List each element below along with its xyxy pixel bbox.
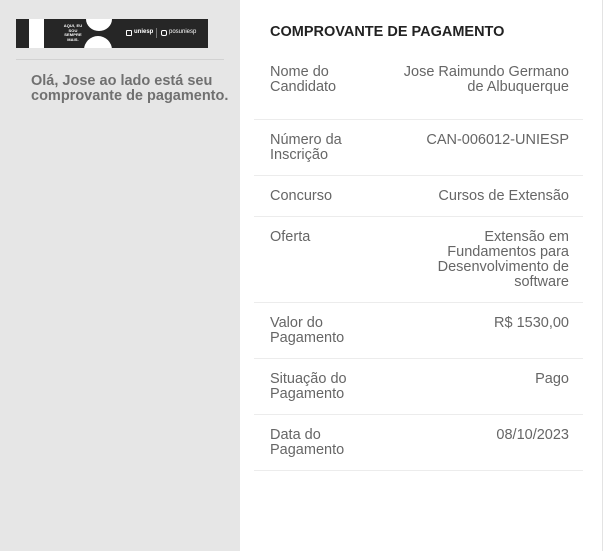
row-label: Concurso: [270, 188, 333, 204]
instagram-icon: [161, 30, 167, 36]
uniesp-logo-icon: [126, 30, 132, 36]
row-label: Situação do Pagamento: [270, 371, 347, 402]
banner-graphic-circle: [86, 19, 112, 31]
greeting-text: Olá, Jose ao lado está seu comprovante d…: [31, 73, 229, 104]
banner-social-handle: posuniesp: [169, 29, 197, 35]
row-contest: Concurso Cursos de Extensão: [254, 176, 583, 217]
banner-tagline: AQUI, EU SOU SEMPRE MAIS.: [63, 23, 83, 42]
banner-brand: uniesp: [134, 29, 154, 35]
row-registration-number: Número da Inscrição CAN-006012-UNIESP: [254, 120, 583, 176]
row-payment-date: Data do Pagamento 08/10/2023: [254, 415, 583, 471]
row-candidate-name: Nome do Candidato Jose Raimundo Germano …: [254, 52, 583, 120]
sidebar: AQUI, EU SOU SEMPRE MAIS. uniesp posunie…: [0, 0, 240, 551]
banner-graphic-arch: [84, 36, 112, 48]
row-label: Data do Pagamento: [270, 427, 345, 458]
row-value: Jose Raimundo Germano de Albuquerque: [403, 64, 569, 95]
receipt-title: COMPROVANTE DE PAGAMENTO: [270, 24, 505, 40]
row-value: Extensão em Fundamentos para Desenvolvim…: [437, 229, 569, 290]
row-payment-amount: Valor do Pagamento R$ 1530,00: [254, 303, 583, 359]
uniesp-banner: AQUI, EU SOU SEMPRE MAIS. uniesp posunie…: [16, 19, 208, 48]
row-label: Oferta: [270, 229, 311, 245]
row-label: Valor do Pagamento: [270, 315, 345, 346]
row-value: 08/10/2023: [496, 427, 569, 443]
row-value: CAN-006012-UNIESP: [426, 132, 569, 148]
sidebar-divider: [16, 59, 224, 60]
row-value: Cursos de Extensão: [438, 188, 569, 204]
row-label: Nome do Candidato: [270, 64, 337, 95]
banner-graphic-bar: [29, 19, 44, 48]
payment-receipt-page: AQUI, EU SOU SEMPRE MAIS. uniesp posunie…: [0, 0, 603, 551]
row-offer: Oferta Extensão em Fundamentos para Dese…: [254, 217, 583, 303]
banner-separator: [156, 28, 157, 38]
row-payment-status: Situação do Pagamento Pago: [254, 359, 583, 415]
row-label: Número da Inscrição: [270, 132, 342, 163]
receipt-details: Nome do Candidato Jose Raimundo Germano …: [254, 52, 583, 471]
row-value: R$ 1530,00: [494, 315, 569, 331]
row-value: Pago: [535, 371, 569, 387]
